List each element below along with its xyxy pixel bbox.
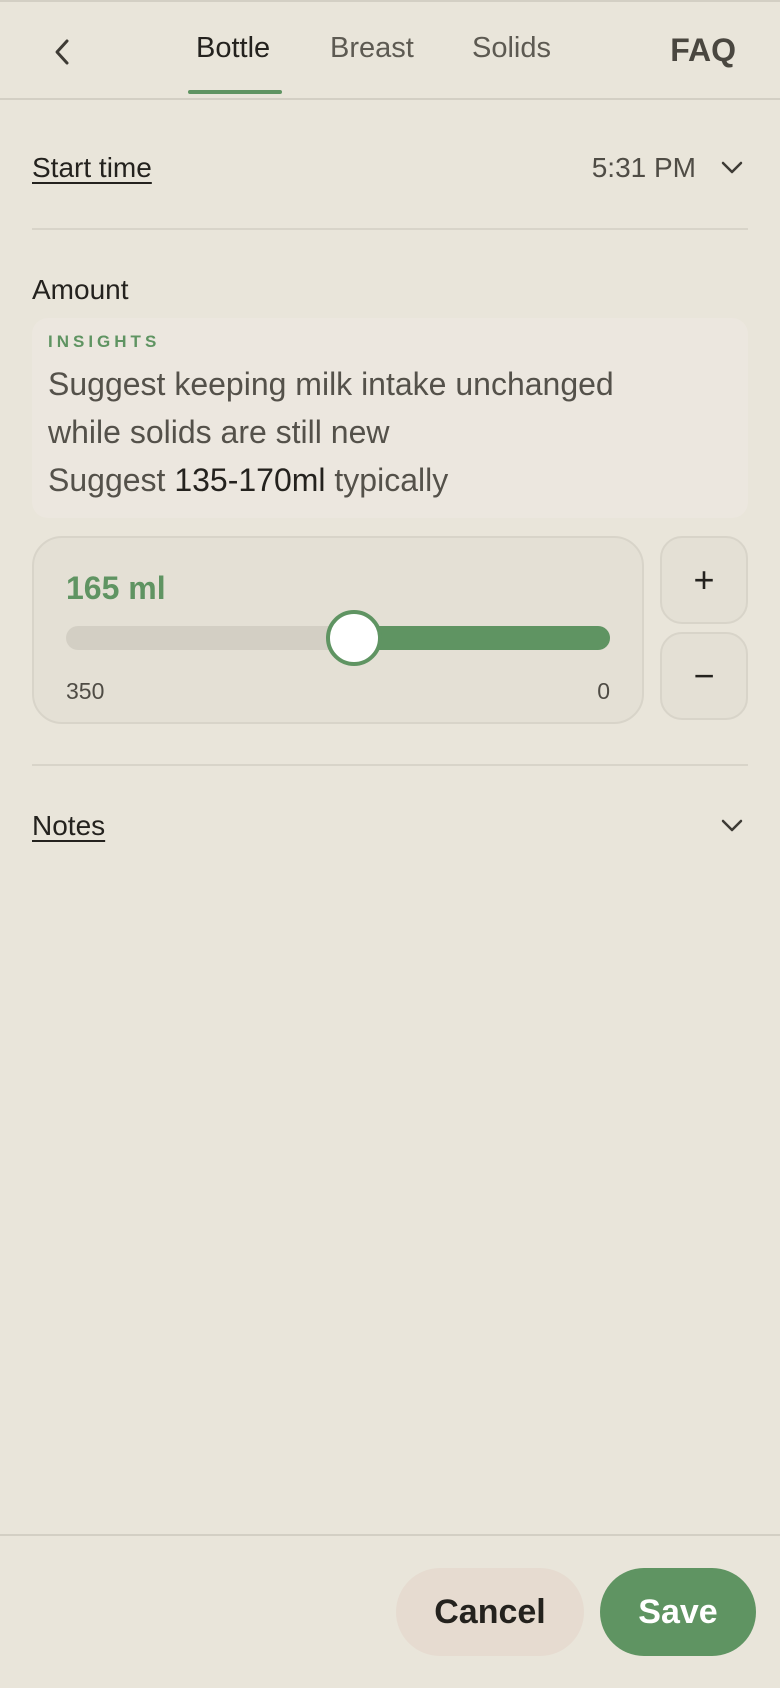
- save-button[interactable]: Save: [600, 1568, 756, 1656]
- active-tab-indicator: [188, 90, 282, 94]
- suggested-range: 135-170ml: [174, 462, 326, 498]
- tab-solids[interactable]: Solids: [472, 32, 551, 65]
- start-time-label[interactable]: Start time: [32, 152, 152, 184]
- amount-slider-card: 165 ml 350 0: [32, 536, 644, 724]
- action-bar: Cancel Save: [0, 1534, 780, 1688]
- insights-line-1: Suggest keeping milk intake unchanged: [48, 366, 614, 402]
- tab-bottle[interactable]: Bottle: [196, 32, 270, 65]
- insights-line-3-prefix: Suggest: [48, 462, 175, 498]
- divider: [32, 228, 748, 230]
- insights-panel: INSIGHTS Suggest keeping milk intake unc…: [32, 318, 748, 518]
- chevron-left-icon: [55, 39, 69, 65]
- start-time-value[interactable]: 5:31 PM: [592, 152, 696, 184]
- slider-left-end-label: 350: [66, 678, 105, 704]
- chevron-down-icon: [721, 819, 743, 832]
- amount-slider-fill: [353, 626, 610, 650]
- minus-icon: −: [693, 655, 715, 696]
- faq-link[interactable]: FAQ: [670, 32, 736, 69]
- notes-label[interactable]: Notes: [32, 810, 105, 842]
- back-button[interactable]: [40, 30, 84, 74]
- plus-icon: +: [693, 559, 715, 600]
- amount-slider-track[interactable]: [66, 610, 610, 666]
- slider-right-end-label: 0: [597, 678, 610, 704]
- notes-expand[interactable]: [716, 810, 748, 842]
- insights-title: INSIGHTS: [48, 332, 161, 351]
- increase-button[interactable]: +: [660, 536, 748, 624]
- chevron-down-icon: [721, 161, 743, 174]
- feeding-log-screen: Bottle Breast Solids FAQ Start time 5:31…: [0, 0, 780, 1688]
- start-time-expand[interactable]: [716, 152, 748, 184]
- decrease-button[interactable]: −: [660, 632, 748, 720]
- tab-breast[interactable]: Breast: [330, 32, 414, 65]
- cancel-button[interactable]: Cancel: [396, 1568, 584, 1656]
- insights-line-3: Suggest 135-170ml typically: [48, 456, 732, 504]
- insights-line-2: while solids are still new: [48, 414, 390, 450]
- amount-label: Amount: [32, 274, 129, 305]
- insights-line-3-suffix: typically: [325, 462, 449, 498]
- divider: [32, 764, 748, 766]
- top-nav: Bottle Breast Solids FAQ: [0, 0, 780, 100]
- amount-value: 165 ml: [66, 570, 166, 606]
- amount-slider-thumb[interactable]: [325, 610, 382, 666]
